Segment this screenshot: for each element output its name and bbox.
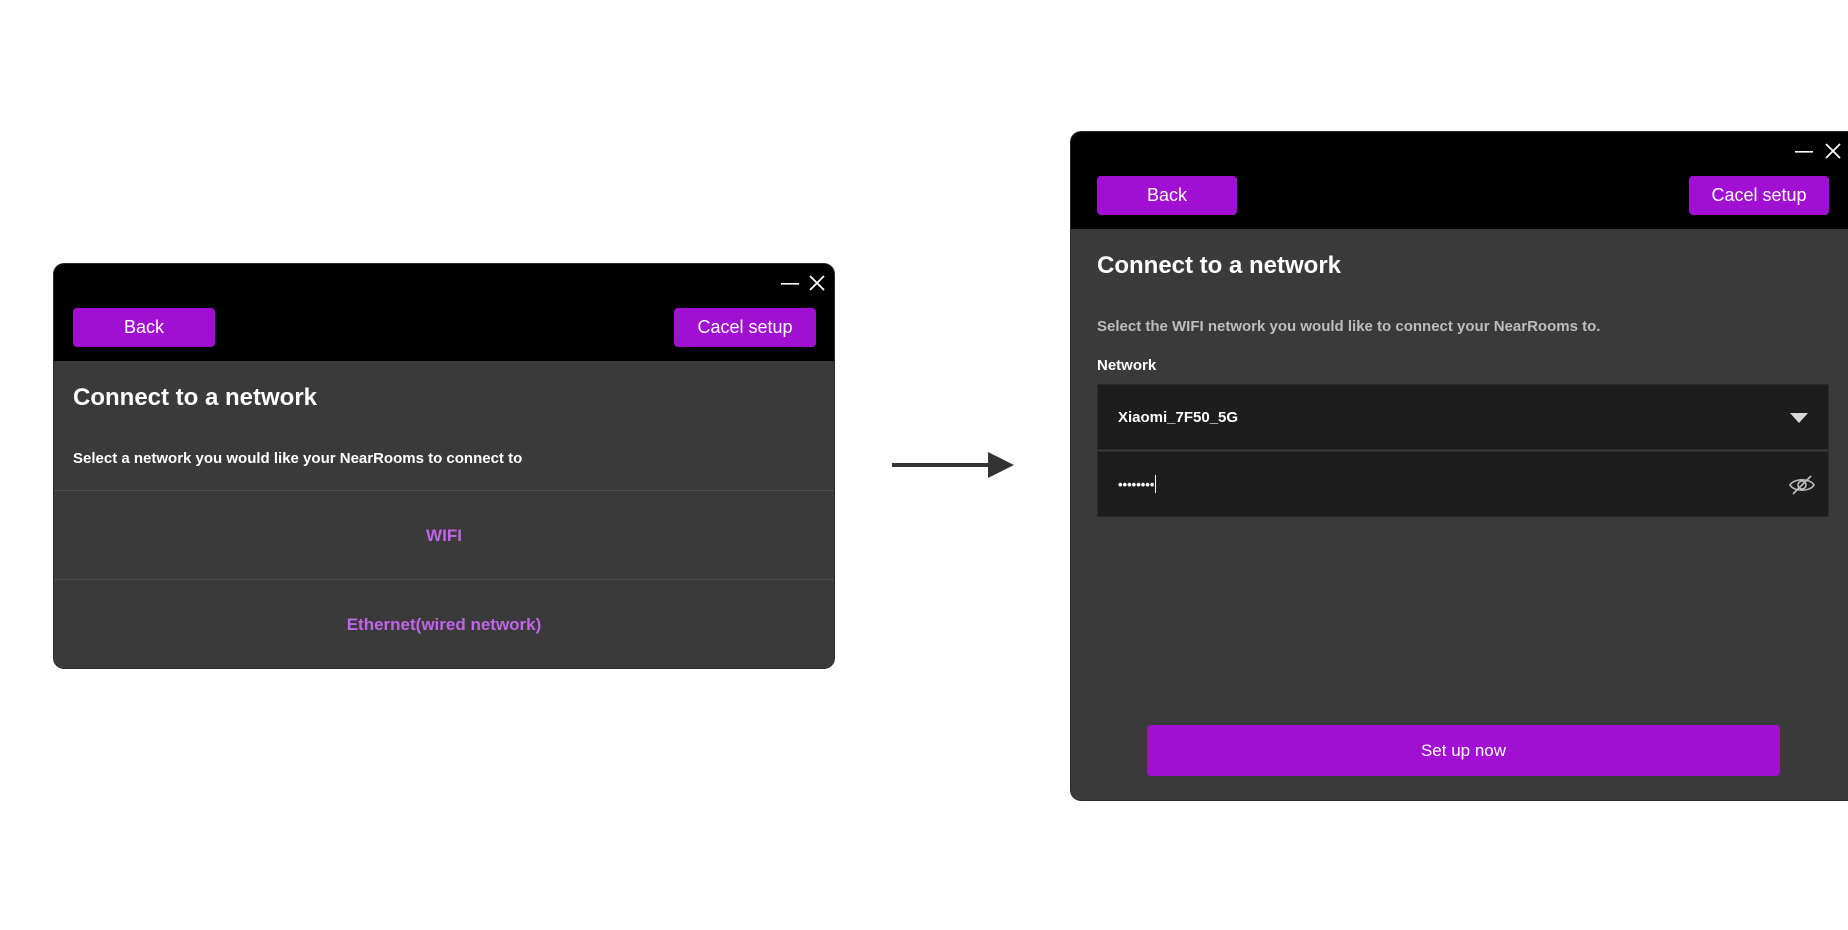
- minimize-icon[interactable]: [1790, 140, 1818, 164]
- network-label: Network: [1097, 357, 1157, 374]
- network-select-value: Xiaomi_7F50_5G: [1118, 408, 1239, 426]
- close-icon[interactable]: [1820, 138, 1846, 164]
- network-type-window: Back Cacel setup Connect to a network Se…: [54, 264, 834, 668]
- page-title: Connect to a network: [1097, 252, 1342, 279]
- set-up-now-button[interactable]: Set up now: [1147, 725, 1780, 776]
- page-subtitle: Select a network you would like your Nea…: [73, 450, 523, 467]
- minimize-icon[interactable]: [776, 272, 804, 296]
- arrow-icon: [890, 448, 1015, 482]
- network-select[interactable]: Xiaomi_7F50_5G: [1097, 384, 1829, 450]
- cancel-setup-button[interactable]: Cacel setup: [1689, 176, 1829, 215]
- wifi-setup-window: Back Cacel setup Connect to a network Se…: [1071, 132, 1848, 800]
- page-subtitle: Select the WIFI network you would like t…: [1097, 318, 1601, 335]
- cancel-setup-button[interactable]: Cacel setup: [674, 308, 816, 347]
- password-field[interactable]: ••••••••: [1097, 451, 1829, 517]
- eye-hidden-icon[interactable]: [1788, 474, 1816, 500]
- password-value: ••••••••: [1118, 476, 1155, 492]
- back-button[interactable]: Back: [73, 308, 215, 347]
- page-title: Connect to a network: [73, 384, 318, 411]
- text-cursor: [1155, 475, 1157, 493]
- back-button[interactable]: Back: [1097, 176, 1237, 215]
- ethernet-option[interactable]: Ethernet(wired network): [54, 579, 834, 668]
- wifi-option[interactable]: WIFI: [54, 490, 834, 580]
- close-icon[interactable]: [804, 270, 830, 296]
- chevron-down-icon[interactable]: [1790, 411, 1808, 428]
